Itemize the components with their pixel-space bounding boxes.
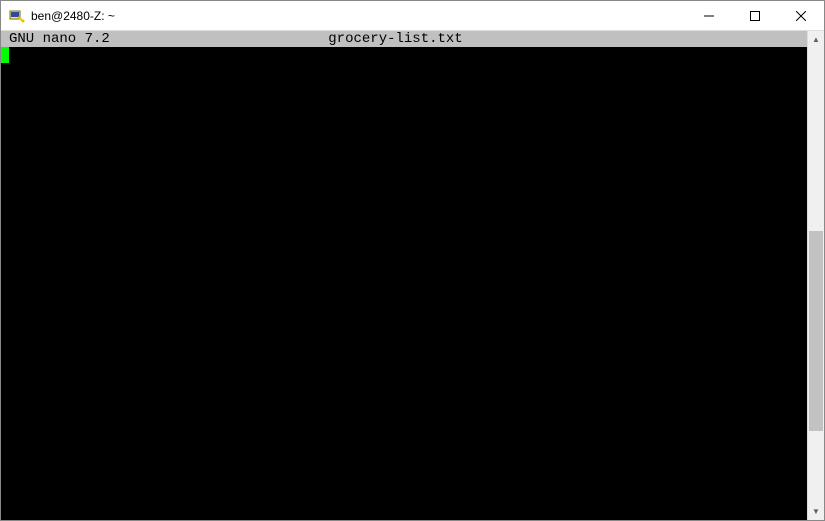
scroll-down-arrow-icon[interactable]: ▼ [808,503,824,520]
minimize-button[interactable] [686,1,732,30]
terminal[interactable]: GNU nano 7.2 grocery-list.txt ^GHelp ^OW… [1,31,807,520]
close-button[interactable] [778,1,824,30]
window-controls [686,1,824,30]
editor-area[interactable] [1,47,807,488]
maximize-button[interactable] [732,1,778,30]
scrollbar-thumb[interactable] [809,231,823,431]
nano-header: GNU nano 7.2 grocery-list.txt [1,31,807,47]
nano-filename: grocery-list.txt [1,31,790,47]
client-area: GNU nano 7.2 grocery-list.txt ^GHelp ^OW… [1,31,824,520]
scroll-up-arrow-icon[interactable]: ▲ [808,31,824,48]
text-cursor [1,47,9,63]
putty-icon [9,8,25,24]
nano-version: GNU nano 7.2 [1,31,110,47]
window-title: ben@2480-Z: ~ [31,9,115,23]
shortcut-bar: ^GHelp ^OWrite Out ^WWhere Is ^KCut ^TEx… [1,488,807,520]
vertical-scrollbar[interactable]: ▲ ▼ [807,31,824,520]
window-titlebar: ben@2480-Z: ~ [1,1,824,31]
